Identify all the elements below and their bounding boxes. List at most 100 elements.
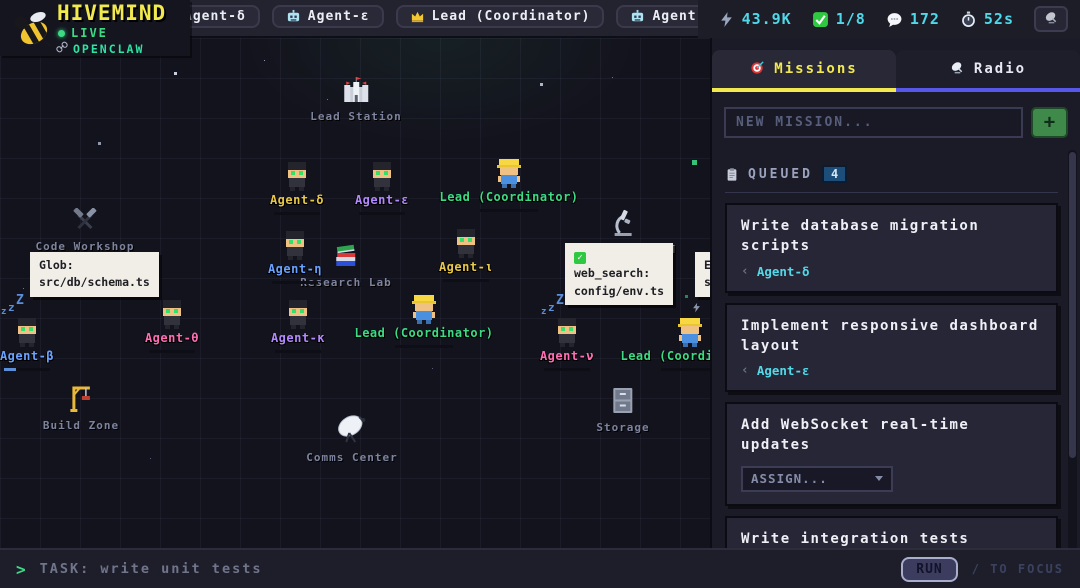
agent-sprite [160, 300, 184, 330]
agent-agent-ε[interactable]: Agent-ε [370, 162, 394, 192]
tab-lead-coordinator[interactable]: Lead (Coordinator) [396, 5, 605, 28]
agent-progress-fill [4, 368, 16, 371]
agent-agent-θ[interactable]: Agent-θ [160, 300, 184, 330]
check-icon: ✓ [574, 252, 586, 264]
mission-card[interactable]: Add WebSocket real-time updates ASSIGN... [725, 402, 1058, 506]
location-label: Comms Center [306, 451, 397, 464]
live-dot-icon [58, 30, 65, 37]
agent-sprite [678, 318, 702, 348]
location-storage: Storage [596, 386, 649, 434]
mission-title: Write database migration scripts [741, 216, 1042, 257]
stat-value: 1/8 [836, 10, 866, 28]
agent-label: Lead (Coordinator) [620, 349, 710, 363]
agent-progress-track [274, 212, 320, 215]
openclaw-link[interactable]: OPENCLAW [56, 41, 144, 56]
agent-label: Lead (Coordinator) [354, 326, 493, 340]
tab-label: Lead (Coordinator) [432, 9, 591, 24]
agent-agent-ν[interactable]: zzZAgent-ν [555, 318, 579, 348]
add-mission-button[interactable]: + [1031, 107, 1068, 138]
run-button[interactable]: RUN [901, 557, 957, 582]
agent-lead-coordinator[interactable]: Lead (Coordinator) [678, 318, 702, 348]
agent-label: Lead (Coordinator) [439, 190, 578, 204]
location-lead-station: Lead Station [310, 76, 401, 123]
tool-tooltip: ✓web_search:config/env.ts [565, 243, 673, 305]
chat-icon [886, 11, 903, 28]
location-label: Storage [596, 421, 649, 434]
tab-radio[interactable]: Radio [896, 50, 1080, 92]
stat-value: 43.9K [742, 10, 792, 28]
sidebar: Missions Radio + QUEUED 4 Write database… [710, 38, 1080, 588]
mission-list: QUEUED 4 Write database migration script… [712, 150, 1080, 588]
divider [725, 192, 1058, 193]
agent-lead-coordinator[interactable]: Lead (Coordinator) [497, 159, 521, 189]
live-status: LIVE [58, 26, 108, 40]
location-label: Lead Station [310, 110, 401, 123]
agent-label: Agent-η [268, 262, 322, 276]
agent-label: Agent-ι [439, 260, 493, 274]
target-icon [750, 60, 765, 79]
app-root: Agent-δAgent-εLead (Coordinator)Agent-ηA… [0, 0, 1080, 588]
cabinet-icon [596, 386, 649, 419]
queued-count-badge: 4 [822, 165, 847, 183]
world-map[interactable]: Lead StationCode WorkshopResearch LabTes… [0, 38, 710, 548]
satellite-dish-icon [1044, 10, 1059, 28]
agent-lead-coordinator[interactable]: Lead (Coordinator) [412, 295, 436, 325]
stat-check: 1/8 [812, 10, 866, 28]
agent-progress-track [359, 212, 405, 215]
tab-missions[interactable]: Missions [712, 50, 896, 92]
stat-lightning: 43.9K [718, 10, 792, 28]
tab-label: Agent-δ [184, 9, 246, 24]
app-title: HIVEMIND [57, 1, 166, 25]
link-icon [56, 41, 68, 56]
comms-toggle-button[interactable] [1034, 6, 1068, 32]
location-label: Build Zone [43, 419, 119, 432]
check-icon [812, 11, 829, 28]
location-build-zone: Build Zone [43, 384, 119, 432]
mission-title: Add WebSocket real-time updates [741, 415, 1042, 456]
mission-card[interactable]: Write database migration scripts ‹Agent-δ [725, 203, 1058, 293]
agent-agent-ι[interactable]: Agent-ι [454, 229, 478, 259]
assign-select[interactable]: ASSIGN... [741, 466, 893, 492]
new-mission-input[interactable] [724, 107, 1023, 138]
focus-hint: / TO FOCUS [972, 562, 1064, 576]
logo-panel: HIVEMIND LIVE OPENCLAW [0, 0, 190, 56]
location-comms-center: Comms Center [306, 414, 397, 464]
agent-label: Agent-ν [540, 349, 594, 363]
tooltip-line: config/env.ts [574, 284, 664, 298]
agent-agent-κ[interactable]: Agent-κ [286, 300, 310, 330]
agent-agent-η[interactable]: Agent-η [283, 231, 307, 261]
prompt-icon: > [16, 560, 26, 579]
agent-agent-β[interactable]: zzZAgent-β [15, 318, 39, 348]
agent-label: Agent-δ [270, 193, 324, 207]
mission-title: Implement responsive dashboard layout [741, 316, 1042, 357]
agent-progress-track [661, 368, 710, 371]
assignee-name: Agent-ε [757, 363, 810, 378]
sidebar-scrollbar[interactable] [1068, 150, 1077, 588]
mission-card[interactable]: Implement responsive dashboard layout‹Ag… [725, 303, 1058, 393]
agent-progress-track [480, 209, 538, 212]
dish-large-icon [306, 414, 397, 449]
agent-agent-δ[interactable]: Agent-δ [285, 162, 309, 192]
stat-chat: 172 [886, 10, 940, 28]
tooltip-line: E [704, 258, 710, 272]
clipboard-icon [725, 167, 739, 182]
agent-sprite [454, 229, 478, 259]
location-code-workshop: Code Workshop [35, 208, 134, 253]
agent-progress-track [149, 350, 195, 353]
hammers-icon [35, 208, 134, 238]
stat-value: 172 [910, 10, 940, 28]
tab-agent-ε[interactable]: Agent-ε [272, 5, 384, 28]
crown-icon [410, 9, 425, 24]
agent-sprite [283, 231, 307, 261]
agent-sprite [370, 162, 394, 192]
agent-progress-track [272, 281, 318, 284]
stat-timer: 52s [960, 10, 1014, 28]
lightning-icon [718, 11, 735, 28]
task-bar: > TASK: write unit tests RUN / TO FOCUS [0, 548, 1080, 588]
scrollbar-thumb[interactable] [1069, 152, 1076, 458]
sidebar-tabs: Missions Radio [712, 50, 1080, 92]
mission-assignee: ‹Agent-δ [741, 264, 1042, 279]
assignee-name: Agent-δ [757, 264, 810, 279]
agent-sprite [15, 318, 39, 348]
new-mission-row: + [724, 107, 1068, 138]
